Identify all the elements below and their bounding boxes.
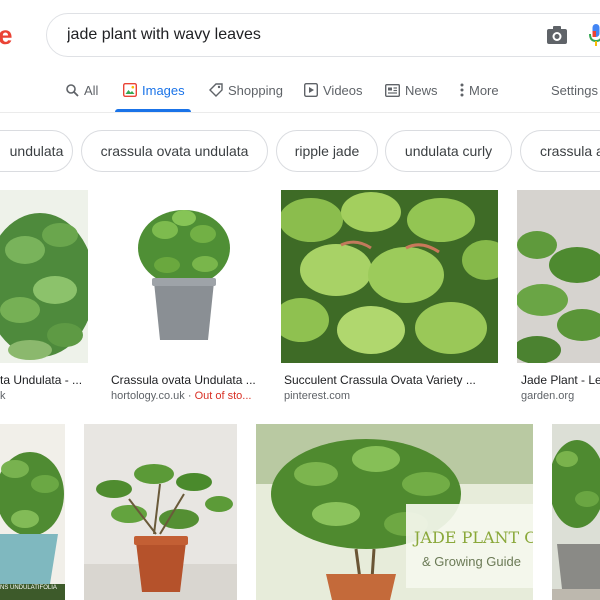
result-image[interactable]: NS UNDULATIFOLIA bbox=[0, 424, 65, 600]
more-vert-icon bbox=[460, 83, 464, 97]
related-chip[interactable]: ripple jade bbox=[276, 130, 378, 172]
related-chip[interactable]: crassula a bbox=[520, 130, 600, 172]
tab-news[interactable]: News bbox=[385, 80, 438, 100]
chip-label: undulata curly bbox=[404, 143, 493, 159]
chip-label: ripple jade bbox=[294, 143, 360, 159]
tab-videos[interactable]: Videos bbox=[304, 80, 363, 100]
result-source[interactable]: hortology.co.uk · Out of sto... bbox=[111, 390, 261, 402]
tab-shopping[interactable]: Shopping bbox=[209, 80, 283, 100]
result-source[interactable]: k bbox=[0, 390, 88, 402]
result-title[interactable]: ta Undulata - ... bbox=[0, 373, 88, 387]
chip-label: undulata bbox=[9, 143, 64, 159]
google-logo[interactable]: e bbox=[0, 20, 12, 51]
result-image[interactable] bbox=[552, 424, 600, 600]
search-input[interactable] bbox=[67, 14, 507, 56]
result-image[interactable] bbox=[107, 190, 261, 363]
related-chip[interactable]: crassula ovata undulata bbox=[81, 130, 268, 172]
image-overlay-subtitle: & Growing Guide bbox=[422, 554, 521, 569]
result-image[interactable] bbox=[281, 190, 498, 363]
tab-label: More bbox=[469, 82, 499, 98]
tab-settings[interactable]: Settings bbox=[551, 80, 598, 100]
tab-label: Videos bbox=[323, 82, 363, 98]
images-icon bbox=[123, 83, 137, 97]
tab-images[interactable]: Images bbox=[123, 80, 185, 100]
result-title[interactable]: Succulent Crassula Ovata Variety ... bbox=[284, 373, 498, 387]
tabs-divider bbox=[0, 112, 600, 113]
result-image[interactable] bbox=[84, 424, 237, 600]
tab-more[interactable]: More bbox=[460, 80, 499, 100]
related-chip[interactable]: undulata curly bbox=[385, 130, 512, 172]
related-chip[interactable]: undulata bbox=[0, 130, 73, 172]
tab-label: Images bbox=[142, 82, 185, 98]
tag-icon bbox=[209, 83, 223, 97]
search-box bbox=[46, 13, 600, 57]
result-source[interactable]: pinterest.com bbox=[284, 390, 498, 402]
separator: · bbox=[187, 390, 195, 402]
image-overlay-title: JADE PLANT CARE bbox=[414, 528, 533, 547]
search-tabs: All Images Shopping Videos News More Set… bbox=[0, 80, 600, 112]
chip-label: crassula ovata undulata bbox=[100, 143, 249, 159]
source-domain: hortology.co.uk bbox=[111, 390, 185, 402]
tab-label: All bbox=[84, 82, 99, 98]
stock-status: Out of sto... bbox=[194, 390, 252, 402]
play-icon bbox=[304, 83, 318, 97]
result-title[interactable]: Crassula ovata Undulata ... bbox=[111, 373, 261, 387]
tab-all[interactable]: All bbox=[66, 80, 98, 100]
result-image[interactable]: JADE PLANT CARE & Growing Guide bbox=[256, 424, 533, 600]
image-overlay-text: NS UNDULATIFOLIA bbox=[0, 585, 57, 591]
result-source[interactable]: garden.org bbox=[521, 390, 600, 402]
tab-label: Shopping bbox=[228, 82, 283, 98]
result-image[interactable] bbox=[0, 190, 88, 363]
search-icon bbox=[66, 83, 79, 97]
result-image[interactable] bbox=[517, 190, 600, 363]
chip-label: crassula a bbox=[540, 143, 600, 159]
tab-label: News bbox=[405, 82, 438, 98]
newspaper-icon bbox=[385, 83, 400, 97]
camera-icon[interactable] bbox=[546, 25, 568, 45]
microphone-icon[interactable] bbox=[589, 23, 600, 47]
tab-label: Settings bbox=[551, 82, 598, 98]
result-title[interactable]: Jade Plant - Le bbox=[521, 373, 600, 387]
